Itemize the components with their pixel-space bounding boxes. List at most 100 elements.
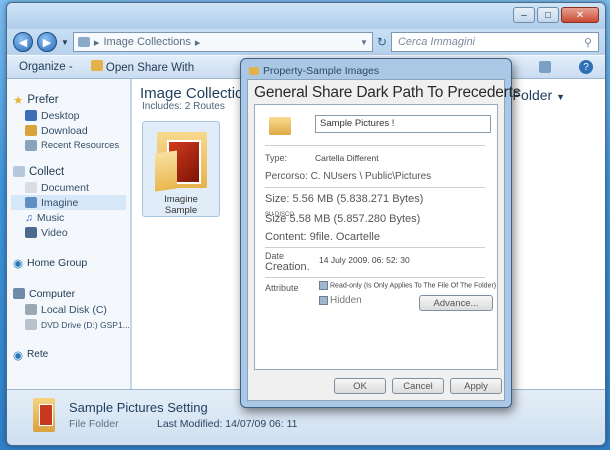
forward-arrow-icon: ▶	[42, 36, 52, 49]
apply-button[interactable]: Apply	[450, 378, 502, 394]
dialog-body: General Share Dark Path To Precederts Sa…	[247, 79, 520, 401]
arrange-by-dropdown[interactable]: Folder ▼	[513, 87, 566, 103]
hidden-checkbox[interactable]: Hidden	[319, 295, 362, 306]
creation-date-value: 14 July 2009. 06: 52: 30	[319, 255, 410, 265]
navigation-pane: ★ Prefer Desktop Download Recent Resource…	[7, 79, 131, 389]
homegroup-icon: ◉	[13, 257, 24, 270]
type-label: Type:	[265, 153, 288, 163]
sidebar-item-recent[interactable]: Recent Resources	[11, 138, 126, 153]
library-subtitle: Includes: 2 Routes	[142, 101, 225, 112]
sidebar-item-label: Recent Resources	[41, 140, 120, 151]
readonly-checkbox[interactable]: Read-only (Is Only Applies To The File O…	[319, 281, 496, 290]
sidebar-favorites[interactable]: ★ Prefer	[11, 91, 126, 108]
library-icon	[77, 37, 90, 47]
maximize-button[interactable]: □	[537, 7, 559, 23]
sidebar-computer-label: Computer	[29, 287, 76, 300]
music-icon: ♫	[25, 211, 33, 224]
recent-icon	[25, 140, 37, 151]
download-icon	[25, 125, 37, 136]
details-modified: Last Modified: 14/07/09 06: 11	[157, 418, 298, 430]
sidebar-item-label: Video	[41, 226, 68, 239]
hidden-label: Hidden	[330, 295, 362, 306]
sidebar-item-document[interactable]: Document	[11, 180, 126, 195]
size-on-disk-label: SU DISCO	[265, 212, 295, 218]
date-label: Date	[265, 251, 285, 261]
document-icon	[25, 182, 37, 193]
size-row: Size: 5.56 MB (5.838.271 Bytes)	[265, 193, 424, 205]
readonly-checkbox-box[interactable]	[319, 281, 328, 290]
title-bar: – □ ✕	[7, 3, 605, 29]
sidebar-favorites-label: Prefer	[27, 93, 59, 106]
library-icon	[13, 166, 25, 177]
sidebar-collect[interactable]: Collect	[11, 163, 126, 180]
folder-icon	[249, 67, 259, 75]
address-row: ◀ ▶ ▼ ▸ Image Collections ▸ ▼ ↻ Cerca Im…	[7, 29, 605, 55]
back-button[interactable]: ◀	[13, 32, 33, 52]
folder-name-field[interactable]: Sample Pictures !	[315, 115, 491, 133]
organize-menu[interactable]: Organize -	[19, 61, 73, 73]
sidebar-item-label: Desktop	[41, 109, 80, 122]
forward-button[interactable]: ▶	[37, 32, 57, 52]
minimize-icon: –	[521, 9, 527, 21]
dialog-tabs[interactable]: General Share Dark Path To Precederts	[254, 84, 520, 102]
address-separator-icon: ▸	[93, 36, 100, 49]
sidebar-item-label: Download	[41, 124, 88, 137]
open-share-menu[interactable]: Open Share With	[90, 60, 194, 74]
network-icon: ◉	[13, 349, 24, 362]
hard-disk-icon	[25, 304, 37, 315]
help-icon[interactable]: ?	[579, 60, 593, 74]
divider	[265, 145, 485, 146]
sample-folder-item[interactable]: Imagine Sample	[142, 121, 220, 217]
search-input[interactable]: Cerca Immagini ⚲	[390, 32, 599, 52]
close-icon: ✕	[575, 9, 585, 21]
content-row: Content: 9file. Ocartelle	[265, 231, 380, 243]
divider	[265, 247, 485, 248]
type-value: Cartella Different	[315, 153, 379, 163]
dvd-drive-icon	[25, 319, 37, 330]
window-controls: – □ ✕	[513, 7, 599, 23]
video-icon	[25, 227, 37, 238]
sidebar-item-download[interactable]: Download	[11, 123, 126, 138]
search-icon: ⚲	[583, 36, 592, 49]
sidebar-item-music[interactable]: ♫ Music	[11, 210, 126, 225]
dialog-title: Property-Sample Images	[263, 65, 380, 77]
desktop-icon	[25, 110, 37, 121]
sidebar-homegroup[interactable]: ◉ Home Group	[11, 254, 126, 271]
address-chevron-icon: ▸	[194, 36, 201, 49]
close-button[interactable]: ✕	[561, 7, 599, 23]
sidebar-item-imagine[interactable]: Imagine	[11, 195, 126, 210]
cancel-button[interactable]: Cancel	[392, 378, 444, 394]
folder-icon	[269, 117, 291, 135]
sidebar-item-video[interactable]: Video	[11, 225, 126, 240]
details-type: File Folder	[69, 418, 119, 430]
sidebar-network[interactable]: ◉ Rete	[11, 346, 126, 363]
maximize-icon: □	[544, 9, 552, 21]
chevron-down-icon: ▼	[556, 92, 565, 102]
sidebar-network-label: Rete	[27, 349, 49, 360]
sidebar-item-dvd[interactable]: DVD Drive (D:) GSP1...	[11, 317, 130, 332]
folder-open-icon	[90, 60, 103, 71]
general-tab-panel: Sample Pictures ! Type: Cartella Differe…	[254, 104, 498, 370]
star-icon: ★	[13, 94, 24, 107]
preview-pane-icon[interactable]	[539, 61, 551, 73]
sidebar-item-desktop[interactable]: Desktop	[11, 108, 126, 123]
divider	[265, 277, 485, 278]
sidebar-computer[interactable]: Computer	[11, 285, 126, 302]
advanced-button[interactable]: Advance...	[419, 295, 493, 311]
details-thumbnail	[39, 404, 53, 426]
refresh-icon[interactable]: ↻	[377, 35, 387, 49]
pictures-icon	[25, 197, 37, 208]
readonly-label: Read-only (Is Only Applies To The File O…	[330, 282, 497, 290]
ok-button[interactable]: OK	[334, 378, 386, 394]
address-bar[interactable]: ▸ Image Collections ▸ ▼	[72, 32, 373, 52]
recent-pages-icon[interactable]: ▼	[61, 38, 69, 47]
address-dropdown-icon[interactable]: ▼	[360, 38, 368, 47]
hidden-checkbox-box[interactable]	[319, 295, 328, 305]
sidebar-item-local-disk[interactable]: Local Disk (C)	[11, 302, 126, 317]
sidebar-item-label: Document	[41, 181, 89, 194]
back-arrow-icon: ◀	[18, 36, 28, 49]
minimize-button[interactable]: –	[513, 7, 535, 23]
properties-dialog: Property-Sample Images General Share Dar…	[240, 58, 520, 408]
details-name: Sample Pictures Setting	[69, 400, 208, 415]
folder-label-line2: Sample	[164, 205, 198, 216]
